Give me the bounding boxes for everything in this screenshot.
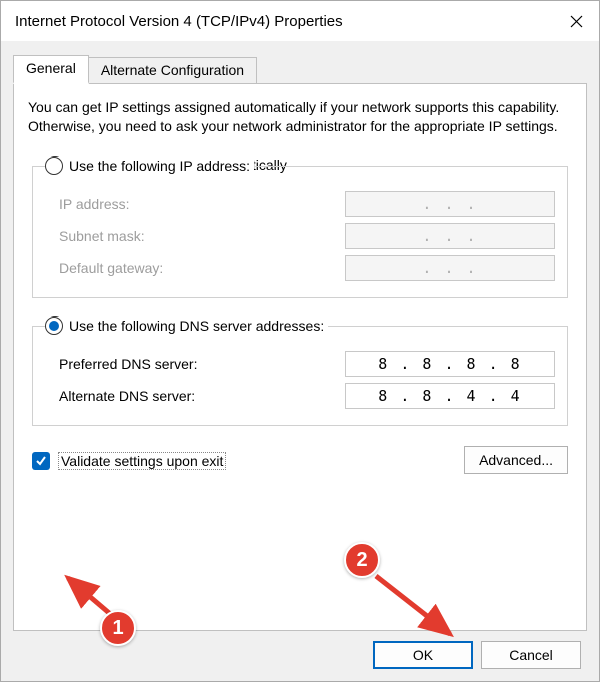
label-preferred-dns: Preferred DNS server: [59,356,345,372]
row-subnet-mask: Subnet mask: . . . [59,223,555,249]
input-default-gateway[interactable]: . . . [345,255,555,281]
tab-general[interactable]: General [13,55,89,84]
input-subnet-mask[interactable]: . . . [345,223,555,249]
radio-ip-manual[interactable]: Use the following IP address: [45,157,254,175]
window-title: Internet Protocol Version 4 (TCP/IPv4) P… [15,13,553,30]
annotation-badge-2: 2 [344,542,380,578]
description-text: You can get IP settings assigned automat… [28,98,572,136]
close-button[interactable] [553,1,599,41]
radio-ip-manual-label: Use the following IP address: [69,158,250,174]
radio-icon [45,317,63,335]
input-preferred-dns[interactable]: 8 . 8 . 8 . 8 [345,351,555,377]
input-ip-address[interactable]: . . . [345,191,555,217]
cancel-button[interactable]: Cancel [481,641,581,669]
tab-strip: General Alternate Configuration [13,55,587,83]
radio-dns-manual[interactable]: Use the following DNS server addresses: [45,317,328,335]
label-ip-address: IP address: [59,196,345,212]
annotation-badge-1: 1 [100,610,136,646]
row-preferred-dns: Preferred DNS server: 8 . 8 . 8 . 8 [59,351,555,377]
titlebar: Internet Protocol Version 4 (TCP/IPv4) P… [1,1,599,41]
advanced-button[interactable]: Advanced... [464,446,568,474]
tab-panel-general: You can get IP settings assigned automat… [13,83,587,631]
label-subnet-mask: Subnet mask: [59,228,345,244]
group-ip: Use the following IP address: IP address… [32,166,568,298]
label-alternate-dns: Alternate DNS server: [59,388,345,404]
group-dns: Use the following DNS server addresses: … [32,326,568,426]
radio-dns-manual-label: Use the following DNS server addresses: [69,318,324,334]
dialog-footer: OK Cancel [13,631,587,669]
annotation-arrow-2 [370,570,470,655]
row-alternate-dns: Alternate DNS server: 8 . 8 . 4 . 4 [59,383,555,409]
row-default-gateway: Default gateway: . . . [59,255,555,281]
tab-alternate[interactable]: Alternate Configuration [89,57,257,83]
row-advanced: Advanced... [28,446,568,474]
close-icon [570,15,583,28]
row-ip-address: IP address: . . . [59,191,555,217]
radio-icon [45,157,63,175]
label-default-gateway: Default gateway: [59,260,345,276]
input-alternate-dns[interactable]: 8 . 8 . 4 . 4 [345,383,555,409]
